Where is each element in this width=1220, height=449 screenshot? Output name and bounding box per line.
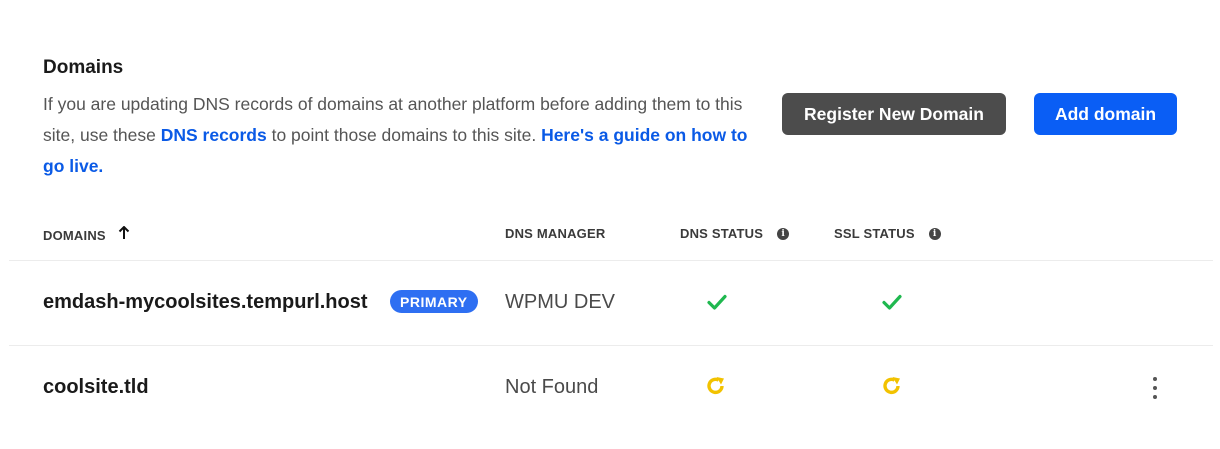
primary-badge: PRIMARY [390,290,478,313]
column-header-ssl-status: SSL STATUS i [834,226,941,241]
dns-manager-value: WPMU DEV [505,291,615,313]
table-divider [9,260,1213,261]
column-header-dns-status: DNS STATUS i [680,226,790,241]
dns-status-pending-icon [705,375,727,397]
domains-description: If you are updating DNS records of domai… [43,89,758,182]
dns-status-info-icon[interactable]: i [777,227,790,240]
dns-manager-value: Not Found [505,376,599,398]
row-actions-kebab-menu-icon[interactable] [1148,377,1162,399]
register-new-domain-button[interactable]: Register New Domain [782,93,1006,135]
add-domain-button[interactable]: Add domain [1034,93,1177,135]
domain-name: coolsite.tld [43,376,149,398]
ssl-status-pending-icon [881,375,903,397]
column-header-dns-manager: DNS MANAGER [505,226,605,241]
dns-records-link[interactable]: DNS records [161,125,267,145]
domains-header: Domains If you are updating DNS records … [43,56,763,182]
page-title: Domains [43,57,124,78]
table-row: emdash-mycoolsites.tempurl.host PRIMARY … [0,272,1220,332]
description-text-2: to point those domains to this site. [266,125,542,145]
column-header-domains[interactable]: DOMAINS [43,225,130,244]
domain-name: emdash-mycoolsites.tempurl.host [43,291,368,313]
table-row: coolsite.tld Not Found [0,357,1220,417]
column-header-domains-label: DOMAINS [43,227,106,243]
column-header-dns-status-label: DNS STATUS [680,226,764,241]
column-header-ssl-status-label: SSL STATUS [834,226,915,241]
column-header-dns-manager-label: DNS MANAGER [505,226,606,241]
dns-status-check-icon [706,291,728,313]
table-divider [9,345,1213,346]
ssl-status-check-icon [881,291,903,313]
ssl-status-info-icon[interactable]: i [928,227,941,240]
sort-arrow-up-icon[interactable] [118,225,130,244]
